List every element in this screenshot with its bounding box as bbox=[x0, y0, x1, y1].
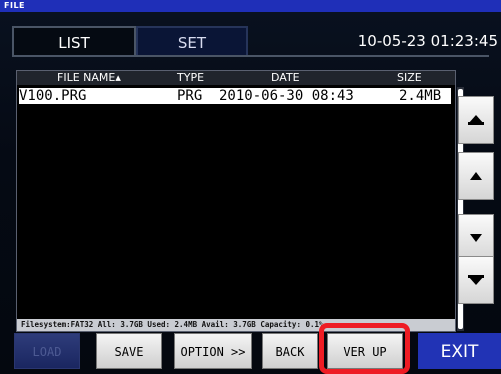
load-button[interactable]: LOAD bbox=[14, 333, 80, 369]
file-date: 2010-06-30 08:43 bbox=[219, 88, 354, 104]
scroll-page-up-button[interactable] bbox=[458, 96, 494, 144]
scroll-page-down-button[interactable] bbox=[458, 256, 494, 304]
file-list-panel: FILE NAME▴ TYPE DATE SIZE V100.PRG PRG 2… bbox=[16, 70, 464, 332]
file-row[interactable]: V100.PRG PRG 2010-06-30 08:43 2.4MB bbox=[19, 88, 451, 104]
column-header-date[interactable]: DATE bbox=[271, 71, 300, 85]
ver-up-highlight bbox=[319, 323, 410, 374]
scroll-down-button[interactable] bbox=[458, 214, 494, 262]
save-button[interactable]: SAVE bbox=[96, 333, 162, 369]
scroll-up-button[interactable] bbox=[458, 152, 494, 200]
file-size: 2.4MB bbox=[399, 88, 442, 104]
double-arrow-down-icon bbox=[468, 275, 484, 285]
column-header-size[interactable]: SIZE bbox=[397, 71, 422, 85]
column-header-type[interactable]: TYPE bbox=[177, 71, 204, 85]
tab-set[interactable]: SET bbox=[136, 26, 248, 56]
tab-divider bbox=[12, 55, 489, 57]
tab-list[interactable]: LIST bbox=[12, 26, 136, 56]
option-button[interactable]: OPTION >> bbox=[174, 333, 252, 369]
file-list-header: FILE NAME▴ TYPE DATE SIZE bbox=[17, 71, 455, 85]
column-header-file-name[interactable]: FILE NAME▴ bbox=[57, 71, 121, 85]
arrow-down-icon bbox=[470, 234, 482, 242]
clock: 10-05-23 01:23:45 bbox=[357, 32, 498, 50]
file-name: V100.PRG bbox=[19, 88, 87, 104]
file-type: PRG bbox=[177, 88, 203, 104]
exit-button[interactable]: EXIT bbox=[418, 333, 501, 369]
double-arrow-up-icon bbox=[468, 115, 484, 125]
window-title: FILE bbox=[0, 0, 501, 12]
file-screen: LIST SET 10-05-23 01:23:45 FILE NAME▴ TY… bbox=[0, 12, 501, 374]
arrow-up-icon bbox=[470, 172, 482, 180]
back-button[interactable]: BACK bbox=[262, 333, 318, 369]
